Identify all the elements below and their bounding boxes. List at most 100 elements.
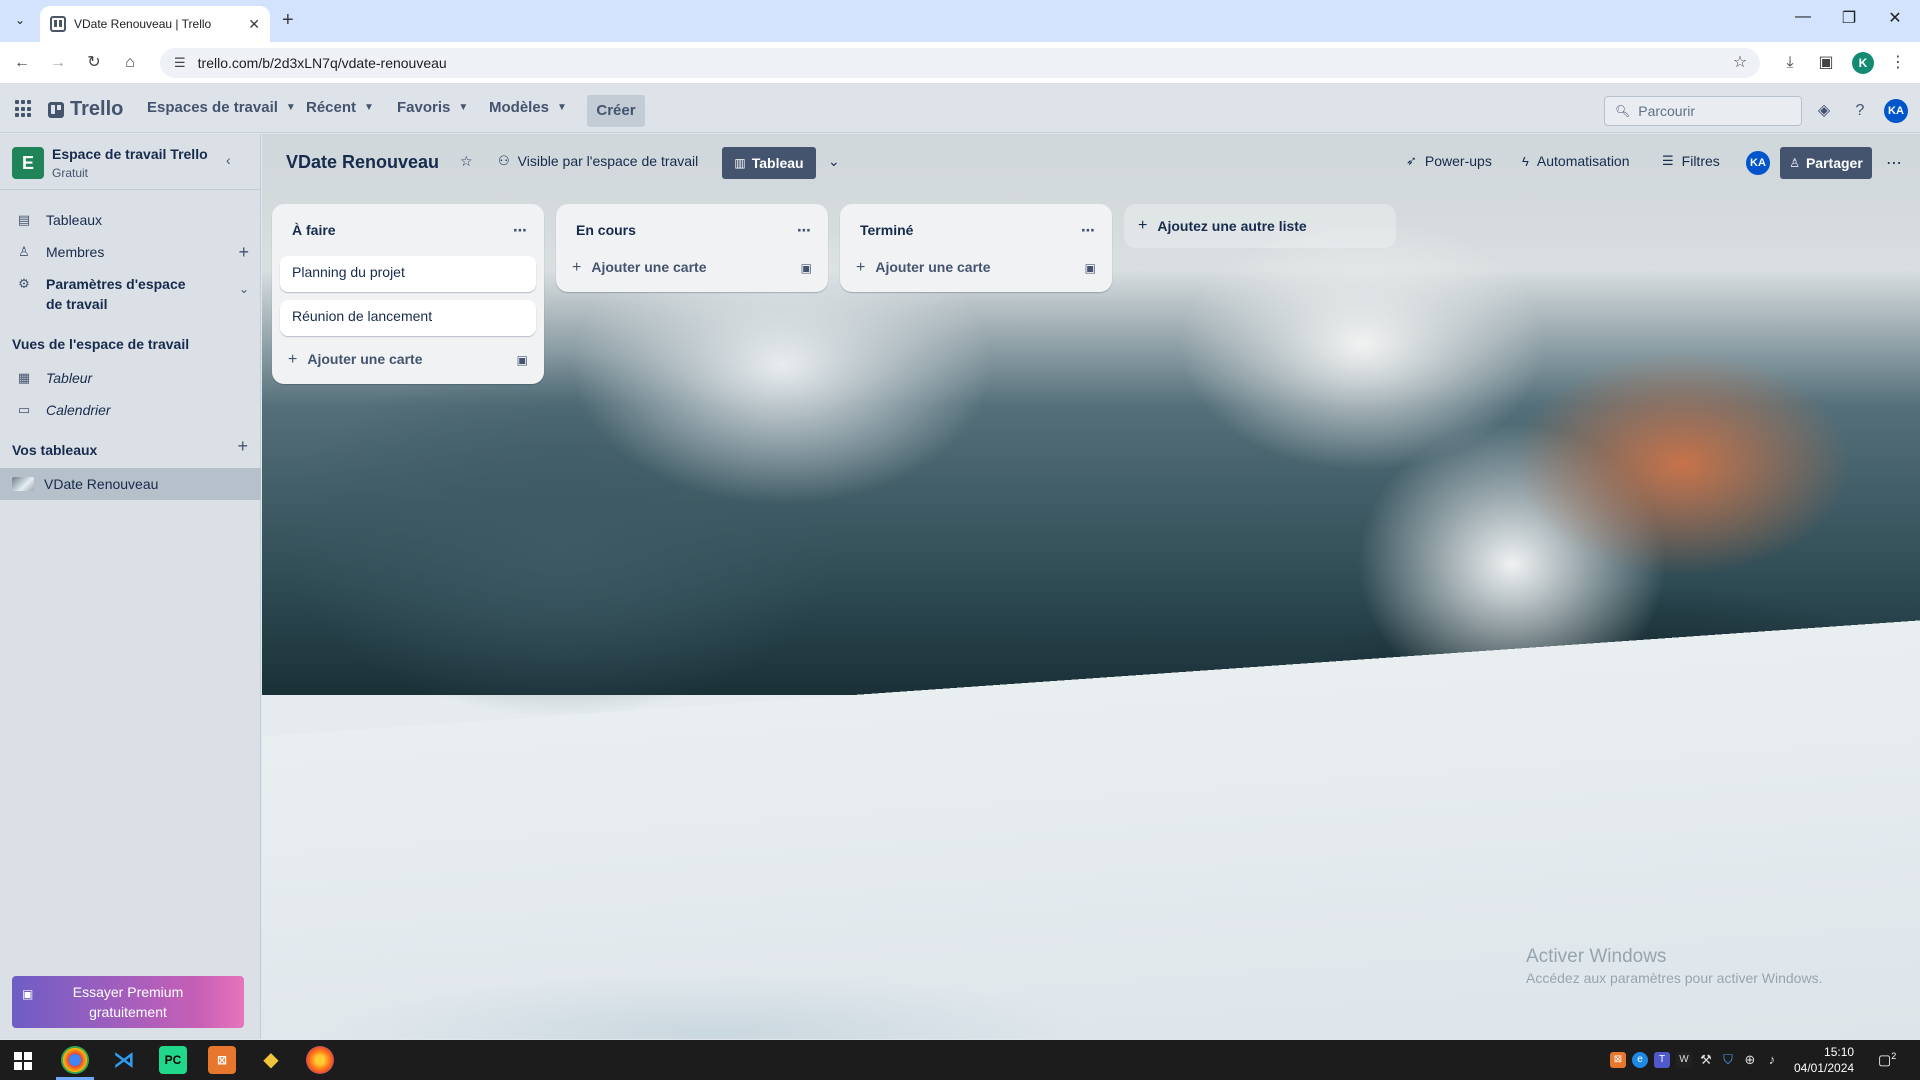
minimize-button[interactable]: —	[1780, 8, 1826, 26]
add-list-button[interactable]: + Ajoutez une autre liste	[1124, 204, 1396, 248]
taskbar-clock[interactable]: 15:10 04/01/2024	[1794, 1044, 1854, 1076]
firefox-icon[interactable]	[306, 1046, 334, 1074]
chrome-menu-icon[interactable]: ⋮	[1886, 51, 1910, 75]
sidebar-item-table[interactable]: ▦ Tableur	[0, 362, 261, 394]
chevron-down-icon[interactable]: ⌄	[239, 282, 249, 296]
list-title[interactable]: Terminé	[860, 222, 913, 238]
list-header[interactable]: À faire ⋯	[280, 212, 536, 248]
plus-icon: +	[572, 259, 582, 276]
menu-templates[interactable]: Modèles ▼	[489, 99, 567, 116]
sidebar-item-members[interactable]: ♙ Membres +	[0, 236, 261, 268]
view-board-button[interactable]: ▥ Tableau	[722, 147, 816, 179]
volume-icon[interactable]: ♪	[1764, 1052, 1780, 1068]
back-icon[interactable]: ←	[10, 51, 34, 75]
forward-icon[interactable]: →	[46, 51, 70, 75]
restore-button[interactable]: ❐	[1826, 8, 1872, 28]
chevron-down-icon: ▼	[557, 102, 567, 113]
powerups-label: Power-ups	[1424, 153, 1492, 169]
list-header[interactable]: En cours ⋯	[564, 212, 820, 248]
clock-date: 04/01/2024	[1794, 1061, 1855, 1075]
notification-center-icon[interactable]: ▢2	[1878, 1051, 1896, 1069]
xampp-tray-icon[interactable]: ⊠	[1610, 1052, 1626, 1068]
search-placeholder: Parcourir	[1638, 103, 1696, 119]
board-menu-icon[interactable]: ⋯	[1886, 153, 1902, 173]
site-info-icon[interactable]: ☰	[174, 55, 186, 71]
list-header[interactable]: Terminé ⋯	[848, 212, 1104, 248]
workspace-sidebar: E Espace de travail Trello Gratuit ‹ ▤ T…	[0, 134, 261, 1039]
menu-favorites[interactable]: Favoris ▼	[397, 99, 468, 116]
card-template-icon[interactable]: ▣	[801, 261, 812, 275]
close-window-button[interactable]: ✕	[1872, 8, 1918, 28]
address-bar[interactable]: ☰ trello.com/b/2d3xLN7q/vdate-renouveau	[160, 48, 1760, 78]
list-menu-icon[interactable]: ⋯	[797, 222, 812, 239]
table-icon: ▦	[17, 370, 31, 385]
list-title[interactable]: À faire	[292, 222, 336, 238]
list-title[interactable]: En cours	[576, 222, 636, 238]
add-member-icon[interactable]: +	[238, 242, 249, 263]
list-menu-icon[interactable]: ⋯	[513, 222, 528, 239]
card-template-icon[interactable]: ▣	[1085, 261, 1096, 275]
create-button[interactable]: Créer	[587, 95, 645, 127]
git-client-icon[interactable]: ◆	[257, 1046, 285, 1074]
trello-logo[interactable]: Trello	[48, 98, 123, 121]
card[interactable]: Planning du projet	[280, 256, 536, 292]
rocket-icon: ➶	[1406, 153, 1417, 168]
url-text: trello.com/b/2d3xLN7q/vdate-renouveau	[197, 55, 447, 71]
sidebar-item-boards[interactable]: ▤ Tableaux	[0, 204, 261, 236]
search-input[interactable]: 🔍︎ Parcourir	[1604, 96, 1802, 126]
add-card-button[interactable]: + Ajouter une carte ▣	[280, 344, 536, 376]
sidebar-item-label: Paramètres d'espace de travail	[46, 276, 186, 312]
list-menu-icon[interactable]: ⋯	[1081, 222, 1096, 239]
tab-search-icon[interactable]: ⌄	[10, 10, 30, 30]
browser-tab[interactable]: VDate Renouveau | Trello ✕	[40, 6, 270, 42]
new-tab-button[interactable]: +	[282, 9, 294, 32]
xampp-icon[interactable]: ⊠	[208, 1046, 236, 1074]
sidebar-board-vdate[interactable]: VDate Renouveau	[0, 468, 261, 500]
windows-start-icon[interactable]	[14, 1052, 32, 1070]
notifications-icon[interactable]: ◈	[1813, 100, 1835, 122]
calendar-icon: ▭	[17, 402, 31, 417]
sidebar-item-settings[interactable]: ⚙ Paramètres d'espace de travail ⌄	[0, 270, 261, 316]
network-icon[interactable]: ⊕	[1742, 1052, 1758, 1068]
side-panel-icon[interactable]: ▣	[1814, 51, 1838, 75]
card[interactable]: Réunion de lancement	[280, 300, 536, 336]
menu-recent[interactable]: Récent ▼	[306, 99, 374, 116]
share-button[interactable]: ♙ Partager	[1780, 147, 1872, 179]
profile-avatar[interactable]: K	[1852, 52, 1874, 74]
account-avatar[interactable]: KA	[1884, 99, 1908, 123]
download-icon[interactable]: ⤓	[1778, 51, 1802, 75]
view-switcher-chevron-icon[interactable]: ⌄	[828, 153, 840, 170]
tray-app-icon[interactable]: e	[1632, 1052, 1648, 1068]
automation-button[interactable]: ϟ Automatisation	[1522, 153, 1630, 169]
tray-tool-icon[interactable]: ⚒	[1698, 1052, 1714, 1068]
add-card-button[interactable]: + Ajouter une carte ▣	[848, 252, 1104, 284]
vscode-icon[interactable]: ⋊	[110, 1046, 138, 1074]
teams-icon[interactable]: T	[1654, 1052, 1670, 1068]
workspace-plan: Gratuit	[52, 166, 89, 180]
app-switcher-icon[interactable]	[15, 100, 33, 118]
powerups-button[interactable]: ➶ Power-ups	[1406, 153, 1492, 169]
tray-w-icon[interactable]: W	[1676, 1052, 1692, 1068]
shield-icon[interactable]: ⛉	[1720, 1052, 1736, 1068]
gear-icon: ⚙	[18, 276, 30, 291]
star-board-icon[interactable]: ☆	[460, 153, 473, 170]
pycharm-icon[interactable]: PC	[159, 1046, 187, 1074]
bookmark-star-icon[interactable]: ☆	[1728, 51, 1752, 75]
try-premium-button[interactable]: ▣ Essayer Premium gratuitement	[12, 976, 244, 1028]
visibility-button[interactable]: ⚇ Visible par l'espace de travail	[498, 153, 698, 169]
collapse-sidebar-icon[interactable]: ‹	[226, 152, 231, 168]
board-title[interactable]: VDate Renouveau	[286, 152, 439, 173]
filters-button[interactable]: ☰ Filtres	[1662, 153, 1720, 169]
card-template-icon[interactable]: ▣	[517, 353, 528, 367]
chrome-icon[interactable]	[61, 1046, 89, 1074]
help-icon[interactable]: ?	[1849, 100, 1871, 122]
reload-icon[interactable]: ↻	[82, 51, 106, 75]
home-icon[interactable]: ⌂	[118, 51, 142, 75]
board-member-avatar[interactable]: KA	[1746, 151, 1770, 175]
tab-close-icon[interactable]: ✕	[248, 16, 260, 33]
workspace-name[interactable]: Espace de travail Trello	[52, 146, 208, 162]
add-card-button[interactable]: + Ajouter une carte ▣	[564, 252, 820, 284]
add-board-icon[interactable]: +	[237, 436, 248, 457]
menu-workspaces[interactable]: Espaces de travail ▼	[147, 99, 296, 116]
sidebar-item-calendar[interactable]: ▭ Calendrier	[0, 394, 261, 426]
